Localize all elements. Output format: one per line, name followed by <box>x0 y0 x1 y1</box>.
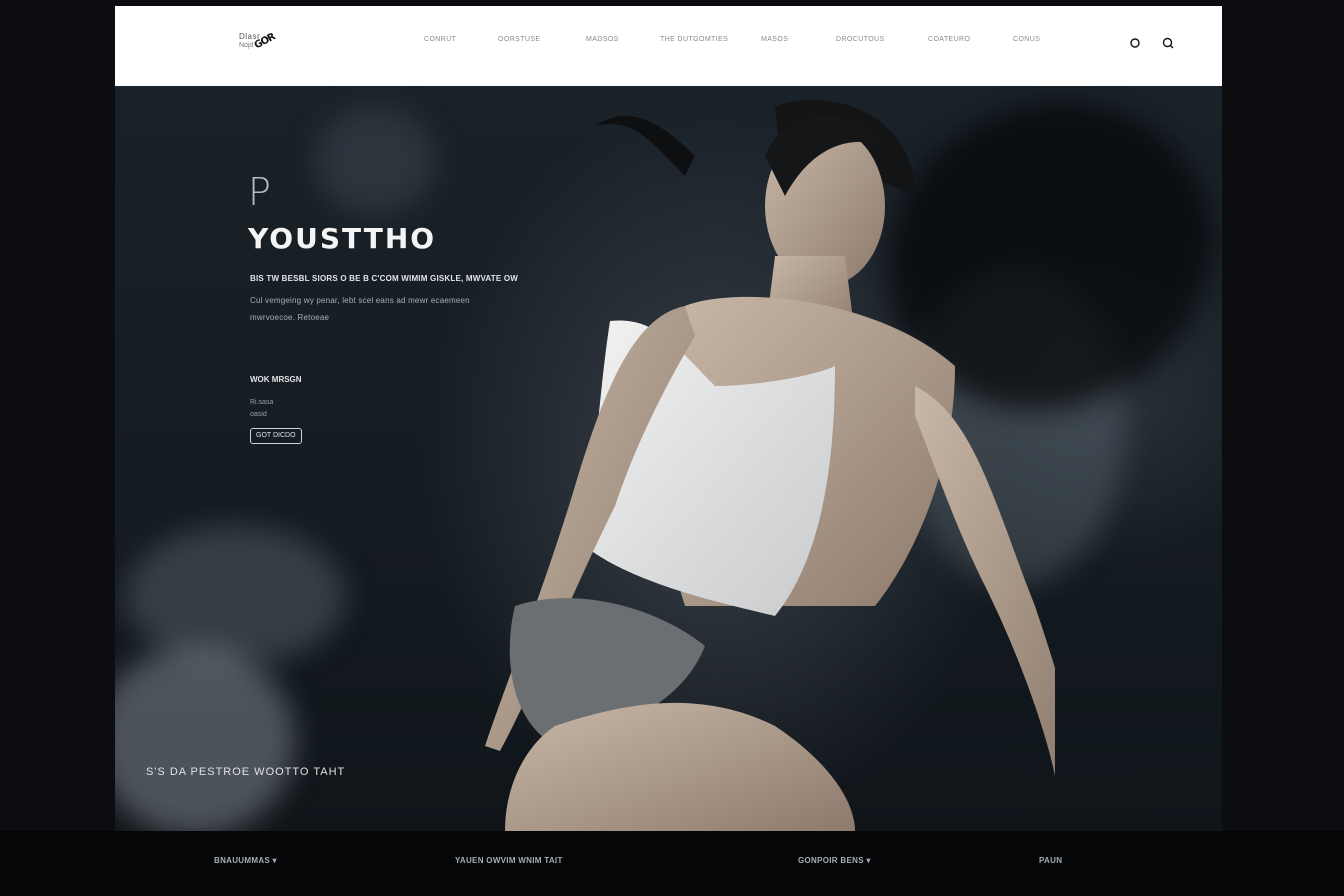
hero-caption: S'S DA PESTROE WOOTTO TAHT <box>146 766 346 778</box>
hero-title: YOUSTTHO <box>248 222 437 255</box>
nav-item-8[interactable]: CONUS <box>1013 36 1040 43</box>
smoke-cloud <box>115 646 295 831</box>
section-text: Ri.sasa <box>250 399 274 406</box>
hero-body-line: mwrvoecoe. Retoeae <box>250 313 330 322</box>
nav-item-4[interactable]: THE DUTGOMTIES <box>660 36 728 43</box>
nav-item-1[interactable]: CONRUT <box>424 36 456 43</box>
section-text: oasid <box>250 411 267 418</box>
hero-subtitle: BIS TW BESBL SIORS O BE B C'COM WIMIM GI… <box>250 274 519 283</box>
brand-logo[interactable]: Dlasr Nojd GOR <box>239 32 279 56</box>
hero-section: P YOUSTTHO BIS TW BESBL SIORS O BE B C'C… <box>115 86 1222 831</box>
smoke-cloud <box>125 526 345 666</box>
account-icon[interactable] <box>1129 37 1141 49</box>
section-label: WOK MRSGN <box>250 375 302 384</box>
footer-item-3[interactable]: GONPOIR BENS ▾ <box>798 856 871 865</box>
search-icon[interactable] <box>1162 37 1174 49</box>
nav-item-5[interactable]: MASOS <box>761 36 788 43</box>
nav-item-7[interactable]: COATEURO <box>928 36 970 43</box>
logo-line-2: Nojd <box>239 42 254 49</box>
site-header: Dlasr Nojd GOR CONRUT OORSTUSE MADSOS TH… <box>115 6 1222 86</box>
footer-item-2[interactable]: YAUEN OWVIM WNIM TAIT <box>455 856 563 865</box>
site-footer: BNAUUMMAS ▾ YAUEN OWVIM WNIM TAIT GONPOI… <box>0 831 1344 896</box>
nav-item-2[interactable]: OORSTUSE <box>498 36 540 43</box>
nav-item-6[interactable]: DROCUTOUS <box>836 36 885 43</box>
hero-eyebrow: P <box>248 170 271 214</box>
hero-body-line: Cul vemgeing wy penar, lebt scel eans ad… <box>250 296 470 305</box>
athlete-image <box>485 100 1055 831</box>
footer-item-4[interactable]: PAUN <box>1039 856 1062 865</box>
page-frame: Dlasr Nojd GOR CONRUT OORSTUSE MADSOS TH… <box>115 6 1222 831</box>
footer-item-1[interactable]: BNAUUMMAS ▾ <box>214 856 277 865</box>
nav-item-3[interactable]: MADSOS <box>586 36 619 43</box>
cta-button[interactable]: GOT DICDO <box>250 428 302 444</box>
